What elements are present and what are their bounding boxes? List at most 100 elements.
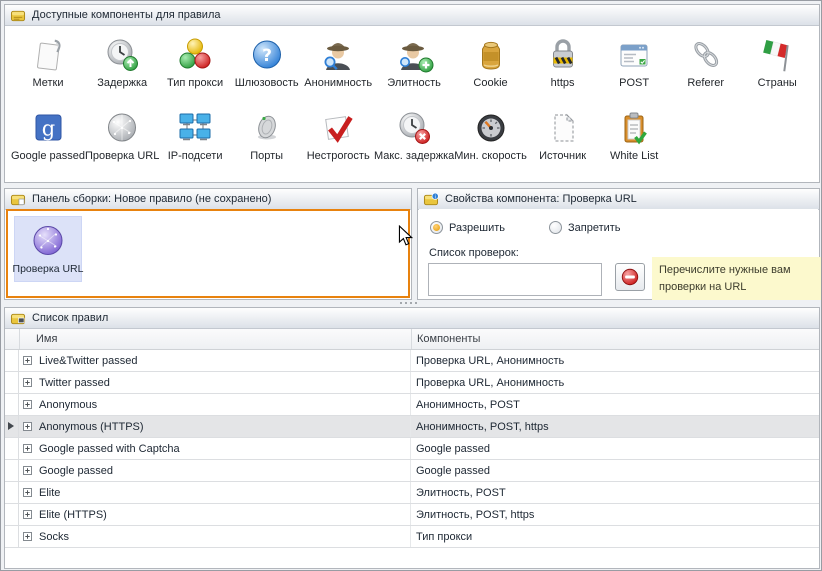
chain-link-icon: [686, 35, 726, 75]
radio-deny-circle[interactable]: [549, 221, 562, 234]
svg-text:i: i: [435, 194, 436, 200]
table-row-selected[interactable]: Anonymous (HTTPS) Анонимность, POST, htt…: [5, 416, 819, 438]
rule-components: Анонимность, POST, https: [411, 416, 819, 437]
component-min-skorost[interactable]: Мин. скорость: [454, 106, 527, 179]
expand-plus-icon[interactable]: [23, 400, 32, 409]
clock-x-icon: [394, 108, 434, 148]
expand-plus-icon[interactable]: [23, 378, 32, 387]
component-shlyuzovost[interactable]: ? Шлюзовость: [231, 33, 303, 106]
component-elitnost[interactable]: Элитность: [374, 33, 454, 106]
component-post[interactable]: POST: [598, 33, 670, 106]
table-row[interactable]: Google passed Google passed: [5, 460, 819, 482]
table-row[interactable]: Socks Тип прокси: [5, 526, 819, 548]
assembly-drop-area[interactable]: Проверка URL: [6, 209, 410, 298]
expand-plus-icon[interactable]: [23, 356, 32, 365]
checks-list-input[interactable]: [428, 263, 602, 296]
expand-plus-icon[interactable]: [23, 466, 32, 475]
expand-plus-icon[interactable]: [23, 488, 32, 497]
component-label: Элитность: [387, 77, 441, 89]
red-check-icon: [318, 108, 358, 148]
row-indicator: [5, 416, 19, 437]
component-label: Задержка: [97, 77, 147, 89]
table-row[interactable]: Anonymous Анонимность, POST: [5, 394, 819, 416]
gray-globe-icon: [102, 108, 142, 148]
panel-assembly-header: Панель сборки: Новое правило (не сохране…: [5, 189, 411, 210]
rule-components: Проверка URL, Анонимность: [411, 372, 819, 393]
component-strany[interactable]: Страны: [741, 33, 813, 106]
dashed-page-icon: [543, 108, 583, 148]
radio-allow-label: Разрешить: [449, 222, 505, 234]
no-entry-icon: [621, 268, 639, 286]
properties-body: Разрешить Запретить Список проверок: Пер…: [419, 209, 818, 298]
panel-rules-list: Список правил Имя Компоненты Live&Twitte…: [4, 307, 820, 569]
component-metki[interactable]: Метки: [11, 33, 85, 106]
rule-name: Google passed with Captcha: [39, 443, 180, 455]
table-row[interactable]: Live&Twitter passed Проверка URL, Аноним…: [5, 350, 819, 372]
table-row[interactable]: Twitter passed Проверка URL, Анонимность: [5, 372, 819, 394]
component-zaderzhka[interactable]: Задержка: [85, 33, 159, 106]
rule-name: Anonymous: [39, 399, 97, 411]
component-anonimnost[interactable]: Анонимность: [302, 33, 374, 106]
column-header-name[interactable]: Имя: [19, 329, 411, 349]
rule-name: Socks: [39, 531, 69, 543]
component-porty[interactable]: Порты: [231, 106, 303, 179]
panel-assembly-title: Панель сборки: Новое правило (не сохране…: [32, 193, 271, 205]
radio-deny[interactable]: Запретить: [549, 221, 621, 234]
checks-list-label: Список проверок:: [429, 247, 519, 259]
radio-group: Разрешить Запретить: [430, 221, 621, 234]
component-ip-podseti[interactable]: IP-подсети: [159, 106, 231, 179]
component-white-list[interactable]: White List: [598, 106, 670, 179]
component-label: Cookie: [473, 77, 507, 89]
component-google-passed[interactable]: g Google passed: [11, 106, 85, 179]
remove-button[interactable]: [615, 263, 645, 291]
panel-properties-header: i Свойства компонента: Проверка URL: [418, 189, 819, 210]
table-row[interactable]: Google passed with Captcha Google passed: [5, 438, 819, 460]
row-indicator: [5, 438, 19, 459]
padlock-icon: [543, 35, 583, 75]
panel-properties-title: Свойства компонента: Проверка URL: [445, 193, 637, 205]
table-row[interactable]: Elite Элитность, POST: [5, 482, 819, 504]
panel-available-components: Доступные компоненты для правила Метки: [4, 4, 820, 183]
column-header-components[interactable]: Компоненты: [411, 329, 819, 349]
component-istochnik[interactable]: Источник: [527, 106, 599, 179]
component-tip-proksi[interactable]: Тип прокси: [159, 33, 231, 106]
component-label: Тип прокси: [167, 77, 223, 89]
spy-magnifier-icon: [318, 35, 358, 75]
table-row[interactable]: Elite (HTTPS) Элитность, POST, https: [5, 504, 819, 526]
component-maks-zaderzhka[interactable]: Макс. задержка: [374, 106, 454, 179]
component-proverka-url[interactable]: Проверка URL: [85, 106, 159, 179]
panel-info-icon: i: [423, 192, 439, 207]
component-label: Шлюзовость: [235, 77, 299, 89]
radio-allow[interactable]: Разрешить: [430, 221, 505, 234]
component-label: Порты: [250, 150, 283, 162]
gateway-question-sphere-icon: ?: [247, 35, 287, 75]
radio-allow-circle[interactable]: [430, 221, 443, 234]
expand-plus-icon[interactable]: [23, 510, 32, 519]
form-window-icon: [614, 35, 654, 75]
component-nestrogost[interactable]: Нестрогость: [302, 106, 374, 179]
panel-list-icon: [10, 311, 26, 326]
component-label: Страны: [758, 77, 797, 89]
component-cookie[interactable]: Cookie: [454, 33, 527, 106]
expand-plus-icon[interactable]: [23, 422, 32, 431]
row-indicator: [5, 460, 19, 481]
expand-plus-icon[interactable]: [23, 532, 32, 541]
clipboard-check-icon: [614, 108, 654, 148]
radio-deny-label: Запретить: [568, 222, 621, 234]
rule-name: Live&Twitter passed: [39, 355, 137, 367]
row-indicator: [5, 350, 19, 371]
component-https[interactable]: https: [527, 33, 599, 106]
component-label: Referer: [687, 77, 724, 89]
component-label: Источник: [539, 150, 586, 162]
expand-plus-icon[interactable]: [23, 444, 32, 453]
rule-components: Google passed: [411, 460, 819, 481]
component-label: Проверка URL: [85, 150, 159, 162]
component-label: Макс. задержка: [374, 150, 454, 162]
ports-icon: [247, 108, 287, 148]
rule-name: Elite (HTTPS): [39, 509, 107, 521]
horizontal-splitter-handle[interactable]: [400, 302, 417, 304]
row-indicator-header: [5, 329, 19, 349]
assembly-component-url-check[interactable]: Проверка URL: [14, 216, 82, 282]
component-referer[interactable]: Referer: [670, 33, 742, 106]
rule-name: Twitter passed: [39, 377, 110, 389]
